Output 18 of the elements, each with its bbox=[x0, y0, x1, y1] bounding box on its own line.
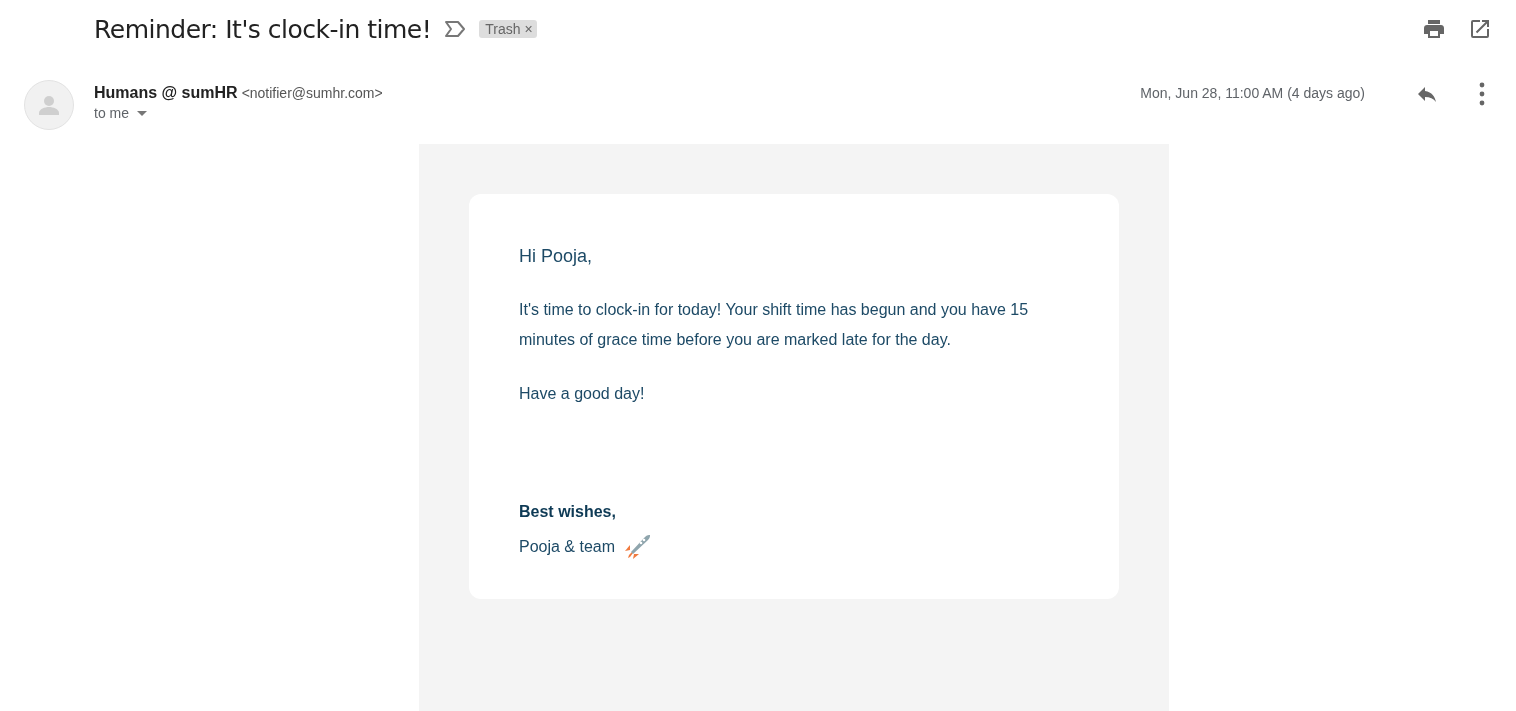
greeting-text: Hi Pooja, bbox=[519, 246, 594, 267]
sender-email: <notifier@sumhr.com> bbox=[241, 85, 383, 101]
email-subject: Reminder: It's clock-in time! bbox=[94, 14, 432, 44]
signature-text: Pooja & team bbox=[519, 538, 616, 556]
label-chip[interactable]: Trash × bbox=[479, 20, 537, 38]
avatar-icon bbox=[24, 80, 74, 130]
new-window-icon[interactable] bbox=[1468, 17, 1492, 41]
more-options-icon[interactable] bbox=[1479, 82, 1485, 106]
signoff-text: Best wishes, bbox=[519, 503, 617, 521]
label-text: Trash bbox=[485, 21, 521, 37]
sender-name: Humans @ sumHR bbox=[94, 84, 238, 102]
body-paragraph: Have a good day! bbox=[519, 384, 646, 404]
dropdown-caret-icon[interactable] bbox=[137, 110, 147, 116]
email-date: Mon, Jun 28, 11:00 AM (4 days ago) bbox=[1140, 85, 1365, 101]
body-paragraph: It's time to clock-in for today! Your shift time has begun and you have 15 minutes of grace time before you are marked late for the day. bbox=[519, 300, 1030, 350]
remove-label-button[interactable]: × bbox=[520, 21, 533, 37]
print-icon[interactable] bbox=[1422, 17, 1446, 41]
recipient-text: to me bbox=[94, 105, 129, 121]
